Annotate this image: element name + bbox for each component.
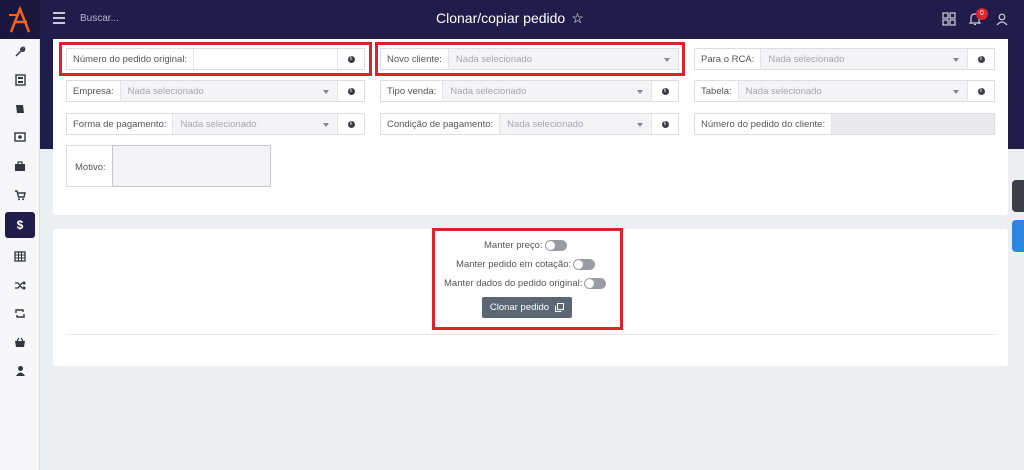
- info-icon: i: [347, 120, 355, 128]
- basket-icon: [15, 337, 25, 347]
- info-button[interactable]: i: [652, 114, 678, 134]
- payment-condition-label: Condição de pagamento:: [381, 114, 501, 134]
- dollar-icon: $: [5, 212, 35, 238]
- sidebar-item-book[interactable]: [0, 96, 40, 122]
- info-icon: i: [977, 87, 985, 95]
- page-title-group: Clonar/copiar pedido ☆: [436, 10, 584, 26]
- highlight-new-client: [375, 42, 685, 76]
- rca-placeholder: Nada selecionado: [768, 53, 845, 65]
- company-field: Empresa: Nada selecionado i: [66, 80, 365, 102]
- user-profile-icon[interactable]: [995, 12, 1009, 26]
- info-button[interactable]: i: [968, 49, 994, 69]
- sidebar-item-finance[interactable]: $: [0, 212, 40, 238]
- info-button[interactable]: i: [968, 81, 994, 101]
- sale-type-placeholder: Nada selecionado: [450, 85, 527, 97]
- price-table-select[interactable]: Nada selecionado: [738, 81, 968, 101]
- sidebar-item-cart[interactable]: [0, 182, 40, 208]
- side-panel-toggle[interactable]: [1012, 180, 1024, 212]
- reason-textarea[interactable]: [112, 145, 271, 187]
- sidebar-item-shuffle[interactable]: [0, 272, 40, 298]
- wrench-icon: [15, 46, 26, 57]
- cash-icon: [14, 132, 26, 142]
- chevron-down-icon: [953, 58, 959, 62]
- briefcase-icon: [15, 160, 25, 171]
- chevron-down-icon: [323, 90, 329, 94]
- info-icon: i: [661, 87, 669, 95]
- highlight-original-order: [59, 42, 372, 76]
- price-table-placeholder: Nada selecionado: [745, 85, 822, 97]
- price-table-field: Tabela: Nada selecionado i: [694, 80, 995, 102]
- sidebar-item-calculator[interactable]: [0, 67, 40, 93]
- reason-label: Motivo:: [75, 162, 106, 173]
- info-button[interactable]: i: [652, 81, 678, 101]
- search-input[interactable]: Buscar...: [80, 13, 119, 24]
- sidebar-item-basket[interactable]: [0, 329, 40, 355]
- sidebar-item-tools[interactable]: [0, 39, 40, 65]
- divider: [66, 334, 996, 335]
- book-icon: [16, 105, 24, 113]
- company-label: Empresa:: [67, 81, 121, 101]
- client-order-number-field: Número do pedido do cliente:: [694, 113, 995, 135]
- payment-condition-field: Condição de pagamento: Nada selecionado …: [380, 113, 679, 135]
- sidebar-item-user[interactable]: [0, 358, 40, 384]
- logo-icon: [9, 5, 31, 32]
- rca-label: Para o RCA:: [695, 49, 762, 69]
- sidebar: $: [0, 39, 40, 470]
- sidebar-item-briefcase[interactable]: [0, 153, 40, 179]
- info-icon: i: [661, 120, 669, 128]
- repeat-icon: [15, 308, 25, 318]
- client-order-number-input[interactable]: [832, 114, 994, 134]
- info-icon: i: [977, 55, 985, 63]
- payment-condition-placeholder: Nada selecionado: [507, 118, 584, 130]
- sidebar-item-table[interactable]: [0, 243, 40, 269]
- sale-type-select[interactable]: Nada selecionado: [443, 81, 652, 101]
- company-placeholder: Nada selecionado: [127, 85, 204, 97]
- payment-method-select[interactable]: Nada selecionado: [173, 114, 338, 134]
- shuffle-icon: [15, 280, 26, 290]
- chevron-down-icon: [637, 123, 643, 127]
- company-select[interactable]: Nada selecionado: [120, 81, 338, 101]
- info-icon: i: [347, 87, 355, 95]
- rca-select[interactable]: Nada selecionado: [761, 49, 968, 69]
- highlight-options: [432, 228, 623, 330]
- user-icon: [15, 366, 25, 376]
- app-logo[interactable]: [0, 0, 40, 39]
- price-table-label: Tabela:: [695, 81, 739, 101]
- payment-method-field: Forma de pagamento: Nada selecionado i: [66, 113, 365, 135]
- sidebar-item-money[interactable]: [0, 124, 40, 150]
- sale-type-field: Tipo venda: Nada selecionado i: [380, 80, 679, 102]
- payment-condition-select[interactable]: Nada selecionado: [500, 114, 652, 134]
- info-button[interactable]: i: [338, 114, 364, 134]
- rca-field: Para o RCA: Nada selecionado i: [694, 48, 995, 70]
- calculator-icon: [14, 74, 26, 86]
- page-title: Clonar/copiar pedido: [436, 10, 566, 26]
- client-order-number-label: Número do pedido do cliente:: [695, 114, 833, 134]
- chevron-down-icon: [637, 90, 643, 94]
- star-favorite-icon[interactable]: ☆: [571, 11, 584, 25]
- grid-apps-icon[interactable]: [942, 12, 956, 26]
- chevron-down-icon: [953, 90, 959, 94]
- sidebar-item-retweet[interactable]: [0, 300, 40, 326]
- menu-toggle-icon[interactable]: [53, 12, 65, 24]
- info-button[interactable]: i: [338, 81, 364, 101]
- side-panel-tab[interactable]: [1012, 220, 1024, 252]
- payment-method-label: Forma de pagamento:: [67, 114, 174, 134]
- notification-badge: 0: [976, 8, 988, 20]
- payment-method-placeholder: Nada selecionado: [180, 118, 257, 130]
- sale-type-label: Tipo venda:: [381, 81, 444, 101]
- chevron-down-icon: [323, 123, 329, 127]
- shopping-cart-icon: [15, 190, 26, 201]
- table-icon: [14, 250, 26, 262]
